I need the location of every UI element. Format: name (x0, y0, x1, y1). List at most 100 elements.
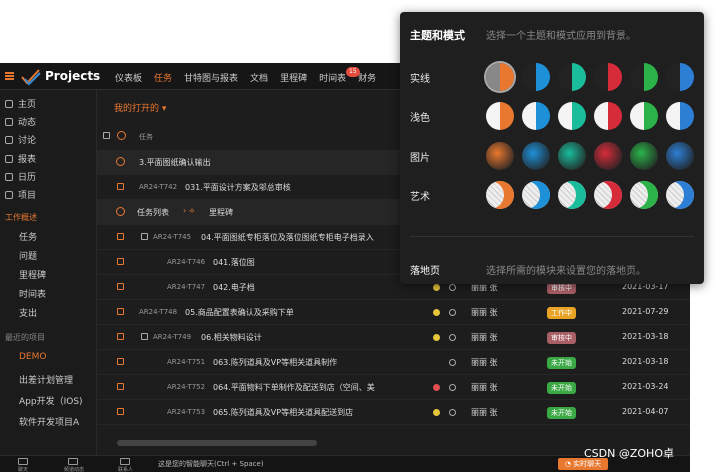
status-badge[interactable]: 未开始 (547, 357, 576, 369)
status-badge[interactable]: 工作中 (547, 307, 576, 319)
theme-swatch[interactable] (522, 63, 550, 91)
due-date: 2021-04-07 (622, 407, 669, 416)
task-name[interactable]: 041.落位图 (213, 257, 255, 268)
horizontal-scrollbar[interactable] (117, 440, 317, 446)
task-checkbox[interactable] (117, 283, 124, 290)
task-checkbox[interactable] (117, 408, 124, 415)
theme-swatch[interactable] (558, 181, 586, 209)
nav-item[interactable]: 时间表 (319, 71, 346, 84)
recent-project[interactable]: 出差计划管理 (19, 373, 73, 386)
nav-item[interactable]: 甘特图与报表 (184, 71, 238, 84)
task-checkbox[interactable] (117, 333, 124, 340)
theme-swatch[interactable] (558, 102, 586, 130)
task-name[interactable]: 064.平面物料下单制作及配送到店（空间、美 (213, 382, 375, 393)
status-badge[interactable]: 审核中 (547, 332, 576, 344)
sidebar-item[interactable]: 动态 (5, 115, 36, 128)
sidebar-item[interactable]: 报表 (5, 152, 36, 165)
task-name[interactable]: 063.陈列道具及VP等相关道具制作 (213, 357, 337, 368)
recent-project[interactable]: DEMO (19, 352, 46, 362)
sidebar-item-label: 项目 (18, 191, 37, 201)
task-code: AR24-T751 (167, 358, 206, 366)
theme-swatch[interactable] (486, 102, 514, 130)
sidebar: 主页 动态 讨论 报表 日历 项目 工作概述 任务 问题 里程碑 时间表 支出 最近的项目 DEMO 出差计… (0, 90, 97, 460)
theme-category: 浅色 (410, 113, 430, 124)
theme-swatch[interactable] (558, 142, 586, 170)
task-name[interactable]: 042.电子档 (213, 282, 255, 293)
theme-swatch[interactable] (594, 63, 622, 91)
table-row[interactable]: AR24-T748 05.商品配置表确认及采购下单 丽丽 张 工作中 2021-07-2… (97, 300, 690, 325)
filter-dropdown[interactable]: 我的打开的 ▾ (114, 101, 166, 114)
theme-swatch[interactable] (486, 63, 514, 91)
theme-swatch[interactable] (522, 181, 550, 209)
theme-desc: 选择一个主题和模式应用到背景。 (486, 31, 636, 42)
table-row[interactable]: AR24-T753 065.陈列道具及VP等相关道具配送到店 丽丽 张 未开始 2021… (97, 400, 690, 425)
clock-icon (449, 409, 456, 416)
overview-item[interactable]: 任务 (19, 230, 37, 243)
theme-swatch[interactable] (594, 102, 622, 130)
channel-icon[interactable] (68, 458, 78, 465)
overview-heading[interactable]: 工作概述 (5, 212, 37, 223)
theme-swatch[interactable] (630, 181, 658, 209)
overview-item[interactable]: 问题 (19, 249, 37, 262)
task-checkbox[interactable] (117, 308, 124, 315)
theme-swatch[interactable] (666, 142, 694, 170)
sidebar-item[interactable]: 主页 (5, 97, 36, 110)
table-row[interactable]: AR24-T751 063.陈列道具及VP等相关道具制作 丽丽 张 未开始 2021-0… (97, 350, 690, 375)
status-badge[interactable]: 未开始 (547, 407, 576, 419)
overview-item[interactable]: 支出 (19, 306, 37, 319)
nav-item[interactable]: 仪表板 (115, 71, 142, 84)
chat-hint[interactable]: 这是您的智能聊天(Ctrl + Space) (158, 459, 264, 469)
theme-swatch[interactable] (522, 102, 550, 130)
due-date: 2021-03-24 (622, 382, 669, 391)
nav-item[interactable]: 里程碑 (280, 71, 307, 84)
task-checkbox[interactable] (117, 258, 124, 265)
collapse-icon[interactable] (116, 157, 125, 166)
theme-swatch[interactable] (486, 142, 514, 170)
task-name[interactable]: 031.平面设计方案及邬总审核 (185, 182, 291, 193)
nav-item[interactable]: 文档 (250, 71, 268, 84)
theme-category: 实线 (410, 74, 430, 85)
nav-item[interactable]: 任务 (154, 71, 172, 84)
task-name[interactable]: 06.相关物料设计 (201, 332, 262, 343)
theme-swatch[interactable] (486, 181, 514, 209)
divider (410, 236, 694, 237)
recent-project[interactable]: 软件开发项目A (19, 415, 79, 428)
task-checkbox[interactable] (117, 233, 124, 240)
contacts-icon[interactable] (120, 458, 130, 465)
overview-item[interactable]: 里程碑 (19, 268, 46, 281)
clock-icon (449, 384, 456, 391)
task-name[interactable]: 065.陈列道具及VP等相关道具配送到店 (213, 407, 353, 418)
collapse-icon[interactable] (116, 207, 125, 216)
table-row[interactable]: AR24-T749 06.相关物料设计 丽丽 张 审核中 2021-03-18 (97, 325, 690, 350)
theme-swatch[interactable] (666, 102, 694, 130)
chat-icon[interactable] (18, 458, 28, 465)
theme-swatch[interactable] (666, 63, 694, 91)
sidebar-item-label: 动态 (18, 118, 37, 128)
task-code: AR24-T747 (167, 283, 206, 291)
theme-swatch[interactable] (666, 181, 694, 209)
nav-item[interactable]: 财务 (358, 71, 376, 84)
theme-swatch[interactable] (522, 142, 550, 170)
table-row[interactable]: AR24-T752 064.平面物料下单制作及配送到店（空间、美 丽丽 张 未开始 20… (97, 375, 690, 400)
theme-swatch[interactable] (594, 181, 622, 209)
task-checkbox[interactable] (117, 358, 124, 365)
sidebar-item[interactable]: 讨论 (5, 133, 36, 146)
sidebar-item[interactable]: 日历 (5, 170, 36, 183)
theme-swatch[interactable] (630, 142, 658, 170)
theme-swatch[interactable] (630, 102, 658, 130)
recent-project[interactable]: App开发（IOS) (19, 394, 83, 407)
theme-swatch[interactable] (558, 63, 586, 91)
menu-icon[interactable] (5, 72, 14, 80)
task-name[interactable]: 05.商品配置表确认及采购下单 (185, 307, 294, 318)
task-checkbox[interactable] (117, 183, 124, 190)
sidebar-item[interactable]: 项目 (5, 188, 36, 201)
select-all-checkbox[interactable] (103, 132, 110, 139)
sidebar-item-icon (5, 172, 13, 181)
theme-panel: 主题和模式 选择一个主题和模式应用到背景。 落地页 选择所需的模块来设置您的落地… (400, 12, 704, 284)
task-name[interactable]: 04.平面图纸专柜落位及落位图纸专柜电子档录入 (201, 232, 374, 243)
theme-swatch[interactable] (630, 63, 658, 91)
overview-item[interactable]: 时间表 (19, 287, 46, 300)
task-checkbox[interactable] (117, 383, 124, 390)
theme-swatch[interactable] (594, 142, 622, 170)
status-badge[interactable]: 未开始 (547, 382, 576, 394)
